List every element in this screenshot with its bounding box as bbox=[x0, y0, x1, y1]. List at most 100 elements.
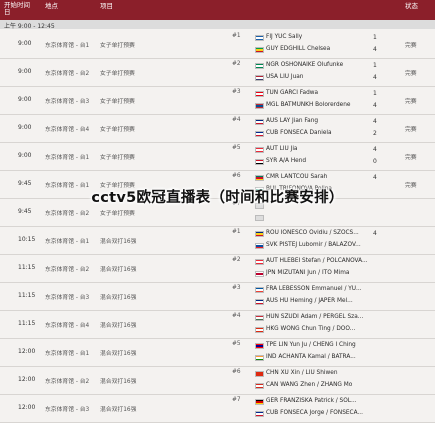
match-status: 完赛 bbox=[405, 43, 417, 49]
match-venue: 东京体育馆 - 台4 bbox=[45, 127, 90, 133]
country-flag-icon bbox=[255, 343, 264, 349]
team-name: TUN GARCI Fadwa bbox=[266, 90, 319, 96]
match-row[interactable]: 12:00 东京体育馆 - 台2 混合双打16强 #6 CHN XU Xin / LIU… bbox=[0, 366, 435, 395]
match-number: #6 bbox=[232, 173, 241, 179]
country-flag-icon bbox=[255, 355, 264, 361]
country-flag-icon bbox=[255, 371, 264, 377]
match-event: 混合双打16强 bbox=[100, 407, 137, 413]
country-flag-icon bbox=[255, 411, 264, 417]
team-name: SVK PISTEJ Lubomir / BALAZOV... bbox=[266, 242, 361, 248]
match-row[interactable]: 9:00 东京体育馆 - 台2 女子单打预赛 #2 完赛 NGR OSHONAIKE Ol… bbox=[0, 58, 435, 87]
team-name: TPE LIN Yun Ju / CHENG I Ching bbox=[266, 342, 356, 348]
status-column-header: 状态 bbox=[405, 2, 418, 10]
match-row[interactable]: 11:15 东京体育馆 - 台2 混合双打16强 #2 AUT HLEBEI Stefa… bbox=[0, 254, 435, 283]
country-flag-icon bbox=[255, 75, 264, 81]
team-name: AUT HLEBEI Stefan / POLCANOVA... bbox=[266, 258, 368, 264]
team-name: IND ACHANTA Kamal / BATRA... bbox=[266, 354, 356, 360]
team-score: 4 bbox=[373, 74, 377, 81]
country-flag-icon bbox=[255, 243, 264, 249]
country-flag-icon bbox=[255, 103, 264, 109]
team-entry: SVK PISTEJ Lubomir / BALAZOV... bbox=[255, 241, 405, 251]
match-venue: 东京体育馆 - 台2 bbox=[45, 71, 90, 77]
team-name: NGR OSHONAIKE Olufunke bbox=[266, 62, 344, 68]
team-score: 2 bbox=[373, 130, 377, 137]
team-name: CUB FONSECA Daniela bbox=[266, 130, 332, 136]
team-entry: AUT HLEBEI Stefan / POLCANOVA... bbox=[255, 257, 405, 267]
match-row[interactable]: 9:00 东京体育馆 - 台3 女子单打预赛 #3 完赛 TUN GARCI Fadwa 1… bbox=[0, 86, 435, 115]
match-event: 混合双打16强 bbox=[100, 239, 137, 245]
team-entry: CHN XU Xin / LIU Shiwen bbox=[255, 369, 405, 379]
match-time: 9:00 bbox=[18, 124, 32, 131]
country-flag-icon bbox=[255, 159, 264, 165]
team-entry: CUB FONSECA Jorge / FONSECA... bbox=[255, 409, 405, 419]
match-venue: 东京体育馆 - 台3 bbox=[45, 407, 90, 413]
match-time: 9:00 bbox=[18, 96, 32, 103]
team-name: SYR A/A Hend bbox=[266, 158, 307, 164]
match-number: #1 bbox=[232, 33, 241, 39]
country-flag-icon bbox=[255, 63, 264, 69]
match-event: 混合双打16强 bbox=[100, 267, 137, 273]
match-event: 女子单打预赛 bbox=[100, 43, 135, 49]
match-row[interactable]: 11:15 东京体育馆 - 台3 混合双打16强 #3 FRA LEBESSON Emm… bbox=[0, 282, 435, 311]
country-flag-icon bbox=[255, 383, 264, 389]
match-number: #2 bbox=[232, 257, 241, 263]
team-entry: HUN SZUDI Adam / PERGEL Sza... bbox=[255, 313, 405, 323]
team-name: HUN SZUDI Adam / PERGEL Sza... bbox=[266, 314, 364, 320]
team-name: HKG WONG Chun Ting / DOO... bbox=[266, 326, 356, 332]
match-time: 12:00 bbox=[18, 348, 36, 355]
match-row[interactable]: 12:00 东京体育馆 - 台1 混合双打16强 #5 TPE LIN Yun Ju /… bbox=[0, 338, 435, 367]
match-number: #5 bbox=[232, 145, 241, 151]
team-name: CAN WANG Zhen / ZHANG Mo bbox=[266, 382, 353, 388]
team-entry: CAN WANG Zhen / ZHANG Mo bbox=[255, 381, 405, 391]
team-score: 4 bbox=[373, 230, 377, 237]
match-number: #6 bbox=[232, 369, 241, 375]
match-row[interactable]: 11:15 东京体育馆 - 台4 混合双打16强 #4 HUN SZUDI Adam /… bbox=[0, 310, 435, 339]
match-venue: 东京体育馆 - 台1 bbox=[45, 43, 90, 49]
match-row[interactable]: 12:00 东京体育馆 - 台3 混合双打16强 #7 GER FRANZISKA Pa… bbox=[0, 394, 435, 423]
match-venue: 东京体育馆 - 台1 bbox=[45, 155, 90, 161]
team-entry: AUT LIU Jia 4 bbox=[255, 145, 405, 155]
country-flag-icon bbox=[255, 47, 264, 53]
match-time: 9:00 bbox=[18, 40, 32, 47]
session-label: 上午 9:00 - 12:45 bbox=[4, 23, 55, 30]
match-row[interactable]: 10:15 东京体育馆 - 台1 混合双打16强 #1 ROU IONESCO Ovid… bbox=[0, 226, 435, 255]
team-score: 1 bbox=[373, 62, 377, 69]
team-entry: AUS HU Heming / JAPER Mel... bbox=[255, 297, 405, 307]
country-flag-icon bbox=[255, 271, 264, 277]
country-flag-icon bbox=[255, 231, 264, 237]
team-entry: CMR LANTCOU Sarah 4 bbox=[255, 173, 405, 183]
country-flag-icon bbox=[255, 147, 264, 153]
match-time: 12:00 bbox=[18, 404, 36, 411]
team-name: FRA LEBESSON Emmanuel / YU... bbox=[266, 286, 362, 292]
team-entry: JPN MIZUTANI Jun / ITO Mima bbox=[255, 269, 405, 279]
team-entry: CUB FONSECA Daniela 2 bbox=[255, 129, 405, 139]
team-name: MGL BATMUNKH Bolorerdene bbox=[266, 102, 351, 108]
match-venue: 东京体育馆 - 台1 bbox=[45, 351, 90, 357]
venue-column-header: 地点 bbox=[45, 2, 58, 10]
team-name: CMR LANTCOU Sarah bbox=[266, 174, 328, 180]
team-entry: FIJ YUC Sally 1 bbox=[255, 33, 405, 43]
match-row[interactable]: 9:00 东京体育馆 - 台1 女子单打预赛 #5 完赛 AUT LIU Jia 4 SYR … bbox=[0, 142, 435, 171]
schedule-header: 开始时间 日 地点 项目 状态 bbox=[0, 0, 435, 20]
team-name: USA LIU Juan bbox=[266, 74, 304, 80]
team-name: FIJ YUC Sally bbox=[266, 34, 303, 40]
match-time: 10:15 bbox=[18, 236, 36, 243]
match-time: 11:15 bbox=[18, 292, 36, 299]
team-entry: IND ACHANTA Kamal / BATRA... bbox=[255, 353, 405, 363]
country-flag-icon bbox=[255, 327, 264, 333]
country-flag-icon bbox=[255, 259, 264, 265]
team-score: 4 bbox=[373, 102, 377, 109]
match-venue: 东京体育馆 - 台1 bbox=[45, 239, 90, 245]
match-event: 混合双打16强 bbox=[100, 295, 137, 301]
country-flag-icon bbox=[255, 315, 264, 321]
match-venue: 东京体育馆 - 台2 bbox=[45, 379, 90, 385]
team-entry: GER FRANZISKA Patrick / SOL... bbox=[255, 397, 405, 407]
team-name: CHN XU Xin / LIU Shiwen bbox=[266, 370, 338, 376]
match-row[interactable]: 9:00 东京体育馆 - 台4 女子单打预赛 #4 完赛 AUS LAY Jian Fan… bbox=[0, 114, 435, 143]
country-flag-icon bbox=[255, 119, 264, 125]
country-flag-icon bbox=[255, 35, 264, 41]
match-status: 完赛 bbox=[405, 71, 417, 77]
team-name: AUS LAY Jian Fang bbox=[266, 118, 319, 124]
country-flag-icon bbox=[255, 175, 264, 181]
match-row[interactable]: 9:00 东京体育馆 - 台1 女子单打预赛 #1 完赛 FIJ YUC Sally 1 GU… bbox=[0, 30, 435, 59]
